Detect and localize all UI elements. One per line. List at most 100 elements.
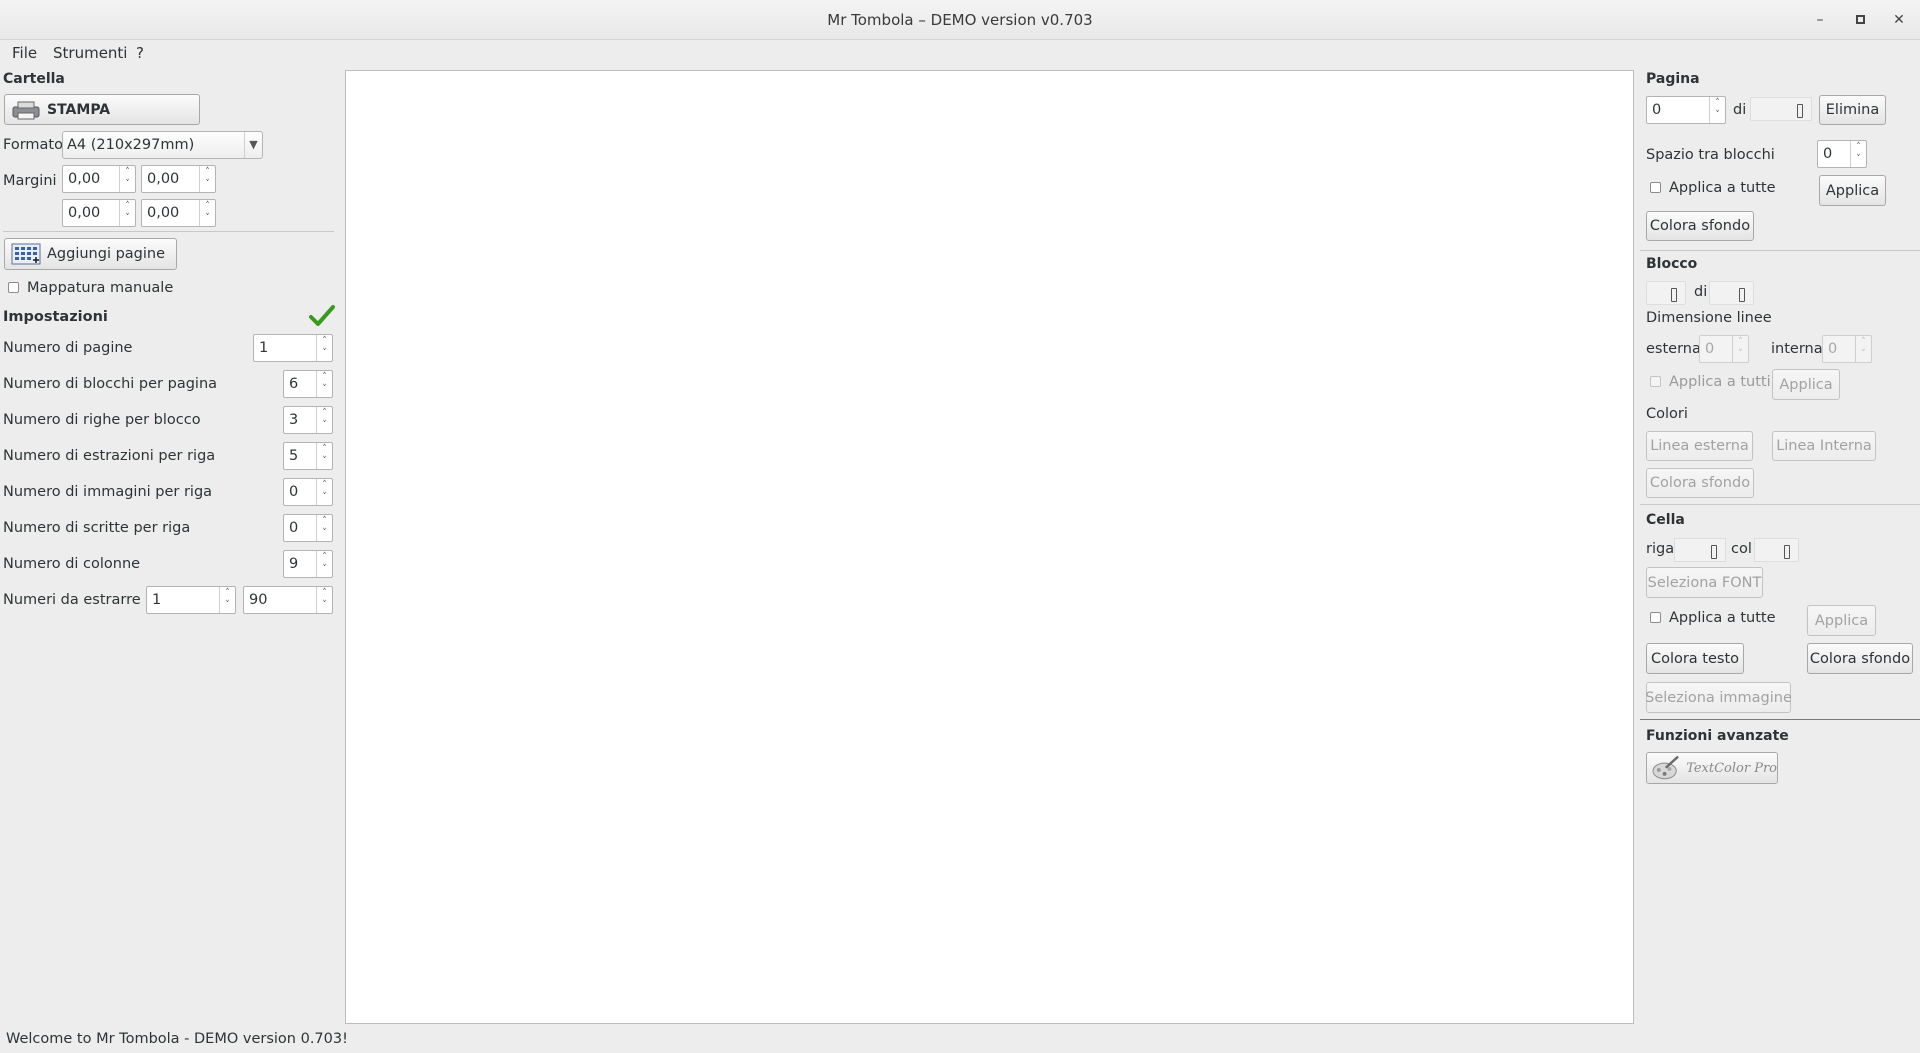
range-from-input[interactable]: 1 ˄ ˅ — [146, 586, 236, 614]
blocks-count-value: 6 — [289, 376, 299, 392]
printer-icon — [12, 101, 40, 119]
status-text: Welcome to Mr Tombola - DEMO version 0.7… — [6, 1031, 348, 1047]
format-label: Formato — [3, 137, 63, 153]
menu-bar: File Strumenti ? — [0, 40, 1920, 66]
margin-left-value: 0,00 — [147, 205, 180, 221]
select-font-button[interactable]: Seleziona FONT — [1646, 567, 1763, 598]
spin-arrows-icon[interactable]: ˄ ˅ — [1850, 141, 1866, 167]
divider — [3, 231, 334, 232]
margin-left-input[interactable]: 0,00 ˄ ˅ — [141, 199, 216, 227]
outer-line-size-value: 0 — [1705, 341, 1715, 357]
range-label: Numeri da estrarre — [3, 592, 141, 608]
images-label: Numero di immagini per riga — [3, 484, 213, 500]
pages-count-input[interactable]: 1 ˄ ˅ — [253, 334, 333, 362]
spin-arrows-icon[interactable]: ˄ ˅ — [316, 479, 332, 505]
menu-tools[interactable]: Strumenti — [53, 44, 127, 62]
add-pages-button[interactable]: Aggiungi pagine — [4, 238, 177, 270]
margin-right-input[interactable]: 0,00 ˄ ˅ — [141, 165, 216, 193]
text-cursor-icon — [1671, 288, 1677, 302]
spacing-input[interactable]: 0 ˄ ˅ — [1817, 140, 1867, 168]
columns-count-value: 9 — [289, 556, 299, 572]
spin-arrows-icon[interactable]: ˄ ˅ — [316, 587, 332, 613]
inner-line-size-input[interactable]: 0 ˄ ˅ — [1822, 335, 1872, 363]
divider — [1640, 250, 1920, 251]
spin-arrows-icon[interactable]: ˄ ˅ — [119, 200, 135, 226]
inner-line-color-button[interactable]: Linea Interna — [1772, 431, 1876, 461]
page-apply-all-checkbox[interactable] — [1650, 182, 1661, 193]
page-bg-color-button[interactable]: Colora sfondo — [1646, 211, 1754, 241]
block-of-label: di — [1694, 284, 1708, 300]
maximize-button[interactable] — [1848, 8, 1872, 32]
columns-label: Numero di colonne — [3, 556, 141, 572]
block-apply-button[interactable]: Applica — [1772, 369, 1840, 400]
spacing-value: 0 — [1823, 146, 1833, 162]
print-label: STAMPA — [47, 101, 111, 118]
spin-arrows-icon[interactable]: ˄ ˅ — [199, 166, 215, 192]
close-button[interactable]: ✕ — [1887, 8, 1911, 32]
cell-apply-button[interactable]: Applica — [1807, 605, 1876, 636]
spin-arrows-icon[interactable]: ˄ ˅ — [1732, 336, 1748, 362]
text-cursor-icon — [1711, 545, 1717, 559]
spin-arrows-icon[interactable]: ˄ ˅ — [316, 551, 332, 577]
maximize-icon — [1855, 15, 1865, 24]
margin-right-value: 0,00 — [147, 171, 180, 187]
delete-page-button[interactable]: Elimina — [1819, 95, 1886, 125]
texts-label: Numero di scritte per riga — [3, 520, 191, 536]
minimize-button[interactable]: – — [1808, 8, 1832, 32]
divider — [1640, 719, 1920, 720]
spin-arrows-icon[interactable]: ˄ ˅ — [316, 407, 332, 433]
manual-mapping-checkbox[interactable] — [8, 282, 19, 293]
page-apply-button[interactable]: Applica — [1819, 175, 1886, 206]
cell-col-label: col — [1731, 541, 1752, 557]
colors-label: Colori — [1646, 406, 1688, 422]
block-total-field — [1709, 281, 1754, 305]
range-to-input[interactable]: 90 ˄ ˅ — [243, 586, 333, 614]
margins-label: Margini — [3, 173, 57, 189]
cell-bg-color-button[interactable]: Colora sfondo — [1807, 643, 1913, 674]
margin-bottom-input[interactable]: 0,00 ˄ ˅ — [62, 199, 136, 227]
spin-arrows-icon[interactable]: ˄ ˅ — [316, 371, 332, 397]
spin-arrows-icon[interactable]: ˄ ˅ — [316, 515, 332, 541]
texts-count-input[interactable]: 0 ˄ ˅ — [283, 514, 333, 542]
spin-arrows-icon[interactable]: ˄ ˅ — [1855, 336, 1871, 362]
calendar-grid-icon — [11, 243, 41, 265]
spin-arrows-icon[interactable]: ˄ ˅ — [1709, 97, 1725, 123]
spin-arrows-icon[interactable]: ˄ ˅ — [119, 166, 135, 192]
draws-count-value: 5 — [289, 448, 299, 464]
spin-arrows-icon[interactable]: ˄ ˅ — [316, 335, 332, 361]
images-count-input[interactable]: 0 ˄ ˅ — [283, 478, 333, 506]
menu-file[interactable]: File — [12, 44, 37, 62]
columns-count-input[interactable]: 9 ˄ ˅ — [283, 550, 333, 578]
page-of-label: di — [1733, 102, 1747, 118]
rows-count-input[interactable]: 3 ˄ ˅ — [283, 406, 333, 434]
manual-mapping-label: Mappatura manuale — [27, 280, 174, 296]
format-select[interactable]: A4 (210x297mm) ▼ — [62, 131, 263, 159]
print-button[interactable]: STAMPA — [4, 94, 200, 125]
outer-line-color-button[interactable]: Linea esterna — [1646, 431, 1753, 461]
cell-row-label: riga — [1646, 541, 1675, 557]
menu-help[interactable]: ? — [136, 44, 144, 62]
divider — [1640, 504, 1920, 505]
margin-top-input[interactable]: 0,00 ˄ ˅ — [62, 165, 136, 193]
text-cursor-icon — [1784, 545, 1790, 559]
range-to-value: 90 — [249, 592, 268, 608]
cell-row-field — [1674, 538, 1726, 562]
select-image-button[interactable]: Seleziona immagine — [1645, 682, 1792, 713]
blocks-count-input[interactable]: 6 ˄ ˅ — [283, 370, 333, 398]
page-index-input[interactable]: 0 ˄ ˅ — [1646, 96, 1726, 124]
outer-line-size-input[interactable]: 0 ˄ ˅ — [1699, 335, 1749, 363]
outer-line-size-label: esterna — [1646, 341, 1701, 357]
spin-arrows-icon[interactable]: ˄ ˅ — [316, 443, 332, 469]
add-pages-label: Aggiungi pagine — [47, 246, 166, 262]
text-color-button[interactable]: Colora testo — [1646, 643, 1744, 674]
block-bg-color-button[interactable]: Colora sfondo — [1646, 468, 1754, 498]
preview-canvas[interactable] — [345, 70, 1634, 1024]
spin-arrows-icon[interactable]: ˄ ˅ — [199, 200, 215, 226]
draws-count-input[interactable]: 5 ˄ ˅ — [283, 442, 333, 470]
cell-apply-all-checkbox[interactable] — [1650, 612, 1661, 623]
textcolor-pro-button[interactable]: TextColor Pro — [1646, 752, 1778, 784]
spin-arrows-icon[interactable]: ˄ ˅ — [219, 587, 235, 613]
range-from-value: 1 — [152, 592, 162, 608]
cell-col-field — [1754, 538, 1799, 562]
block-apply-all-checkbox[interactable] — [1650, 376, 1661, 387]
